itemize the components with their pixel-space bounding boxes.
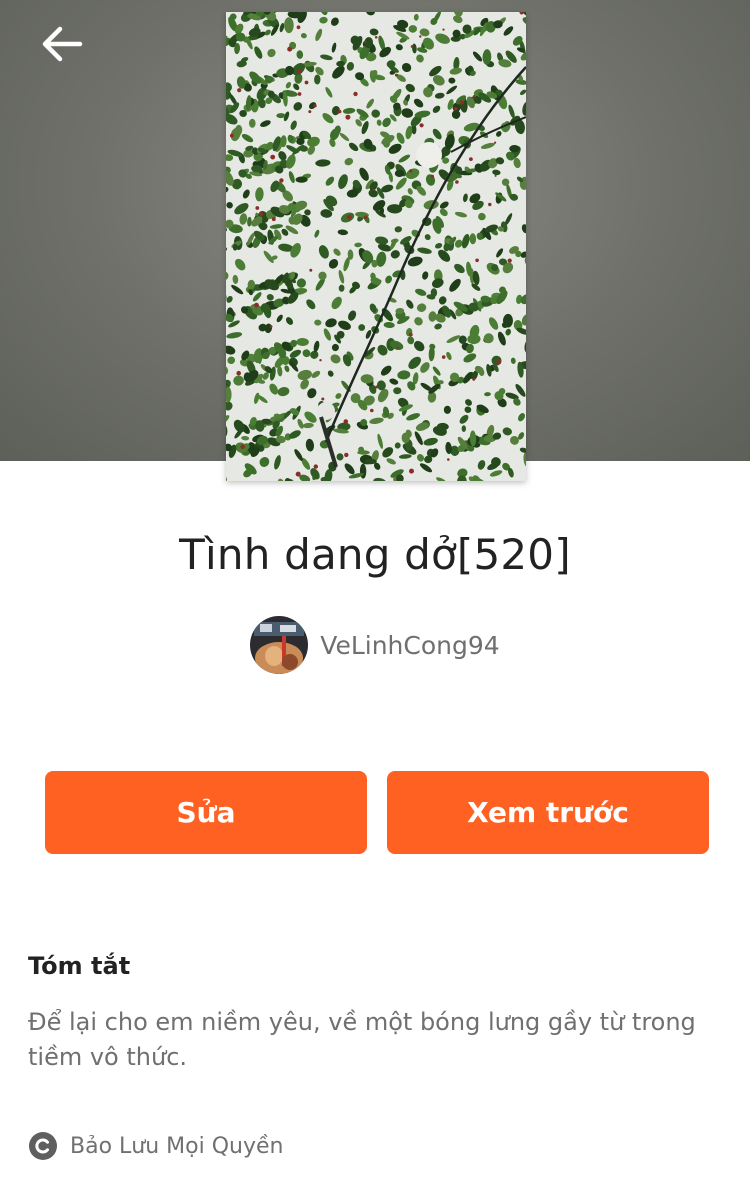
preview-button[interactable]: Xem trước [387,771,709,854]
preview-button-label: Xem trước [467,796,629,829]
copyright-text: Bảo Lưu Mọi Quyền [70,1133,284,1159]
avatar[interactable] [250,616,309,674]
cover-photo [226,12,526,481]
summary-text: Để lại cho em niềm yêu, về một bóng lưng… [28,1008,696,1071]
back-button[interactable] [30,16,94,72]
edit-button-label: Sửa [176,796,236,829]
edit-button[interactable]: Sửa [45,771,367,854]
arrow-left-icon [42,26,83,62]
story-details-screen: Tình dang dở[520] VeLinhCong94 Sửa Xem t… [0,0,750,1191]
author-info[interactable]: VeLinhCong94 [0,615,750,675]
summary-heading: Tóm tắt [28,952,131,980]
copyright-notice: Bảo Lưu Mọi Quyền [28,1128,283,1164]
story-cover-image[interactable] [226,12,526,481]
story-title: Tình dang dở[520] [179,530,571,579]
author-name[interactable]: VeLinhCong94 [320,631,499,660]
copyright-icon [29,1132,57,1160]
user-avatar-icon [250,616,309,674]
